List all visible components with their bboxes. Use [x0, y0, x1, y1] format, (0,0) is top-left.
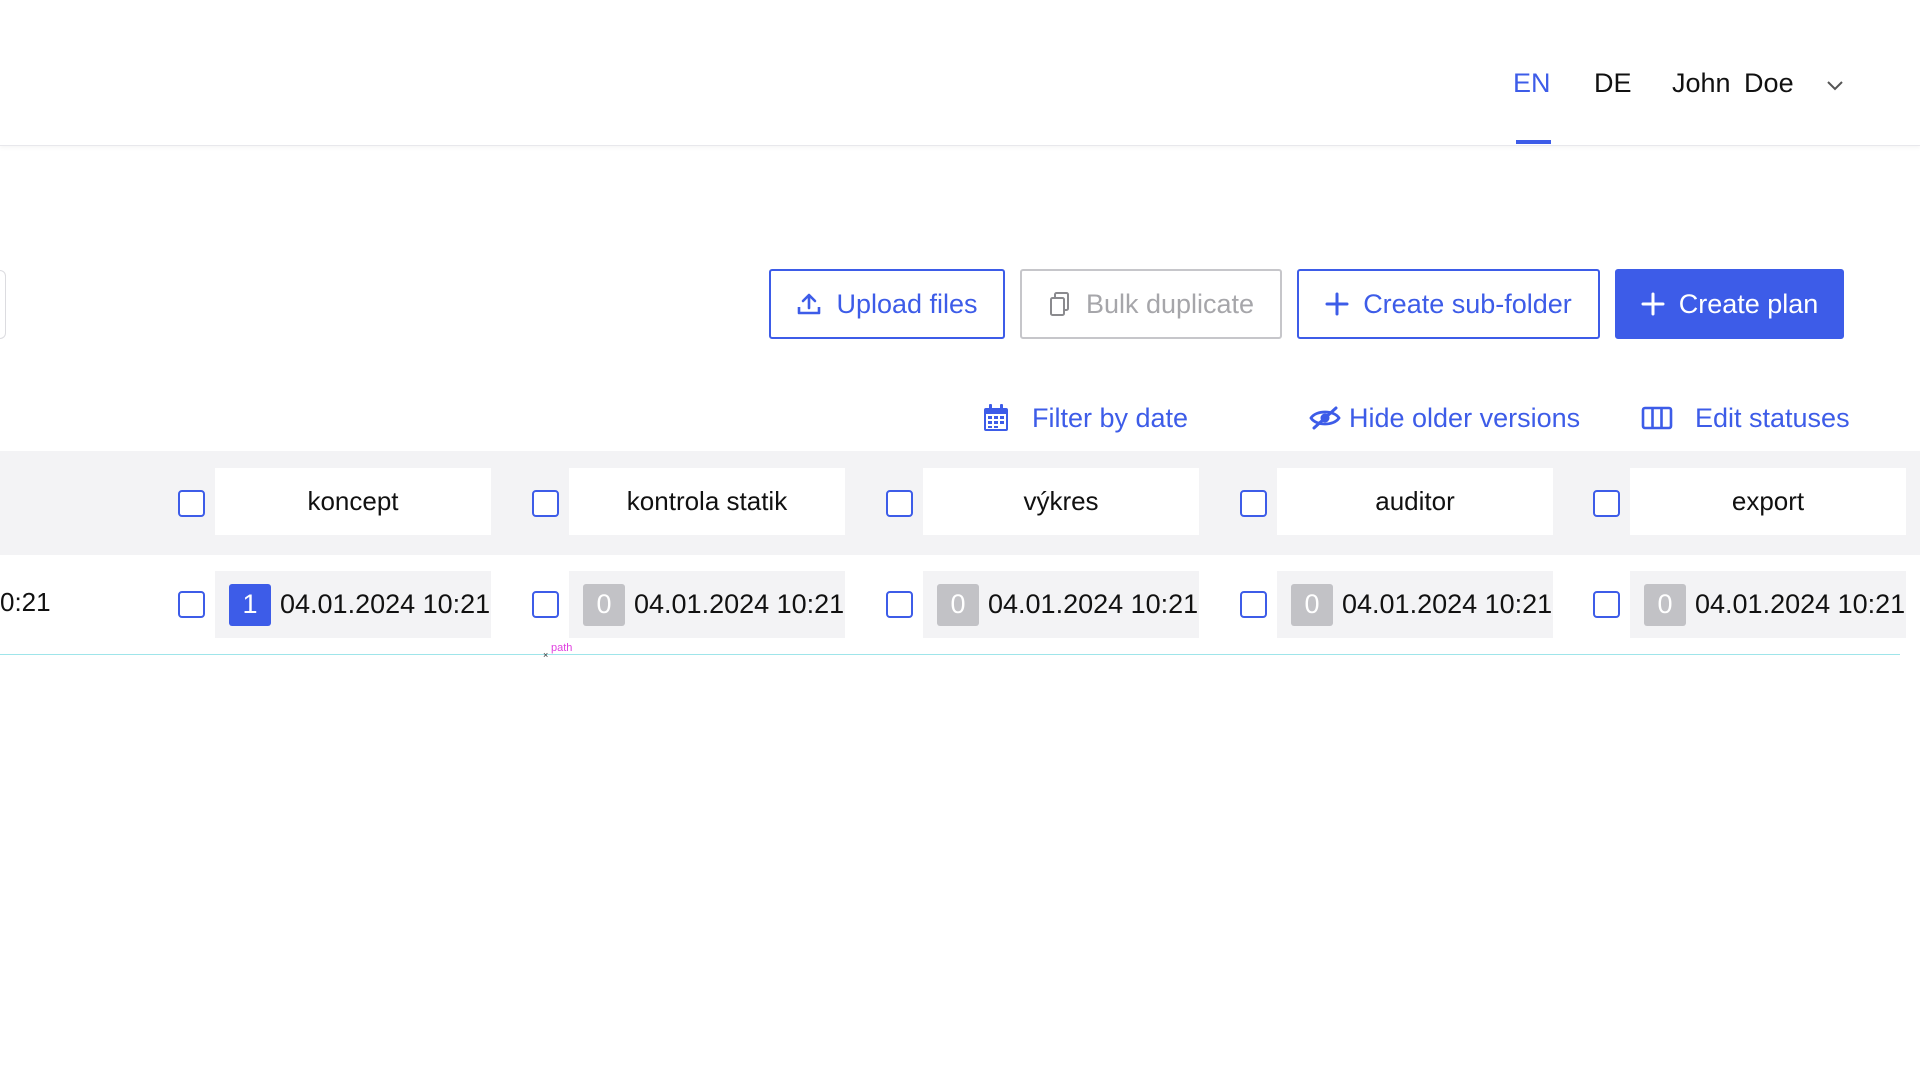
top-navigation-bar — [0, 0, 1920, 146]
column-header-kontrola-statik[interactable]: kontrola statik — [569, 468, 845, 535]
create-plan-button[interactable]: Create plan — [1615, 269, 1844, 339]
edit-statuses-label: Edit statuses — [1695, 402, 1850, 433]
row-date-partial: 0:21 — [0, 587, 51, 617]
cell-checkbox[interactable] — [532, 591, 559, 618]
create-sub-folder-button[interactable]: Create sub-folder — [1297, 269, 1600, 339]
plus-icon — [1641, 292, 1665, 316]
version-count-badge: 0 — [583, 583, 625, 626]
upload-icon — [798, 293, 821, 315]
filter-by-date-button[interactable]: Filter by date — [982, 400, 1188, 436]
columns-icon — [1641, 406, 1673, 430]
column-header-export[interactable]: export — [1630, 468, 1906, 535]
hide-older-versions-button[interactable]: Hide older versions — [1309, 400, 1580, 436]
bulk-duplicate-label: Bulk duplicate — [1085, 288, 1255, 319]
edit-statuses-button[interactable]: Edit statuses — [1641, 400, 1850, 436]
column-header-auditor[interactable]: auditor — [1277, 468, 1553, 535]
status-cell[interactable]: 1 04.01.2024 10:21 — [215, 571, 491, 638]
create-plan-label: Create plan — [1678, 288, 1819, 319]
version-count-badge: 0 — [937, 583, 979, 626]
active-language-indicator — [1516, 140, 1551, 144]
path-debug-label: path — [551, 642, 573, 654]
language-de[interactable]: DE — [1594, 68, 1632, 99]
status-cell[interactable]: 0 04.01.2024 10:21 — [569, 571, 845, 638]
status-cell[interactable]: 0 04.01.2024 10:21 — [1630, 571, 1906, 638]
status-cell[interactable]: 0 04.01.2024 10:21 — [1277, 571, 1553, 638]
path-debug-marker: × — [543, 650, 549, 660]
eye-slash-icon — [1309, 406, 1341, 430]
language-en[interactable]: EN — [1513, 68, 1551, 99]
chevron-down-icon[interactable] — [1826, 80, 1844, 92]
upload-files-button[interactable]: Upload files — [769, 269, 1005, 339]
bulk-duplicate-button[interactable]: Bulk duplicate — [1020, 269, 1282, 339]
cell-checkbox[interactable] — [1593, 591, 1620, 618]
calendar-icon — [984, 404, 1008, 431]
hide-older-versions-label: Hide older versions — [1349, 402, 1581, 433]
column-checkbox-kontrola-statik[interactable] — [532, 490, 559, 517]
cell-date: 04.01.2024 10:21 — [1695, 589, 1906, 619]
cell-date: 04.01.2024 10:21 — [988, 589, 1199, 619]
user-menu[interactable]: John Doe — [1672, 68, 1794, 99]
version-count-badge: 0 — [1291, 583, 1333, 626]
column-checkbox-koncept[interactable] — [178, 490, 205, 517]
filter-by-date-label: Filter by date — [1032, 402, 1189, 433]
plus-icon — [1325, 292, 1349, 316]
cell-date: 04.01.2024 10:21 — [634, 589, 845, 619]
column-checkbox-auditor[interactable] — [1240, 490, 1267, 517]
column-header-koncept[interactable]: koncept — [215, 468, 491, 535]
cell-checkbox[interactable] — [886, 591, 913, 618]
search-field[interactable] — [0, 270, 6, 339]
column-header-vykres[interactable]: výkres — [923, 468, 1199, 535]
column-checkbox-vykres[interactable] — [886, 490, 913, 517]
cell-checkbox[interactable] — [178, 591, 205, 618]
cell-date: 04.01.2024 10:21 — [280, 589, 491, 619]
column-checkbox-export[interactable] — [1593, 490, 1620, 517]
version-count-badge: 1 — [229, 583, 271, 626]
version-count-badge: 0 — [1644, 583, 1686, 626]
cell-date: 04.01.2024 10:21 — [1342, 589, 1553, 619]
create-sub-folder-label: Create sub-folder — [1363, 288, 1572, 319]
row-divider — [0, 654, 1900, 655]
duplicate-icon — [1049, 292, 1069, 316]
upload-files-label: Upload files — [836, 288, 978, 319]
cell-checkbox[interactable] — [1240, 591, 1267, 618]
status-cell[interactable]: 0 04.01.2024 10:21 — [923, 571, 1199, 638]
